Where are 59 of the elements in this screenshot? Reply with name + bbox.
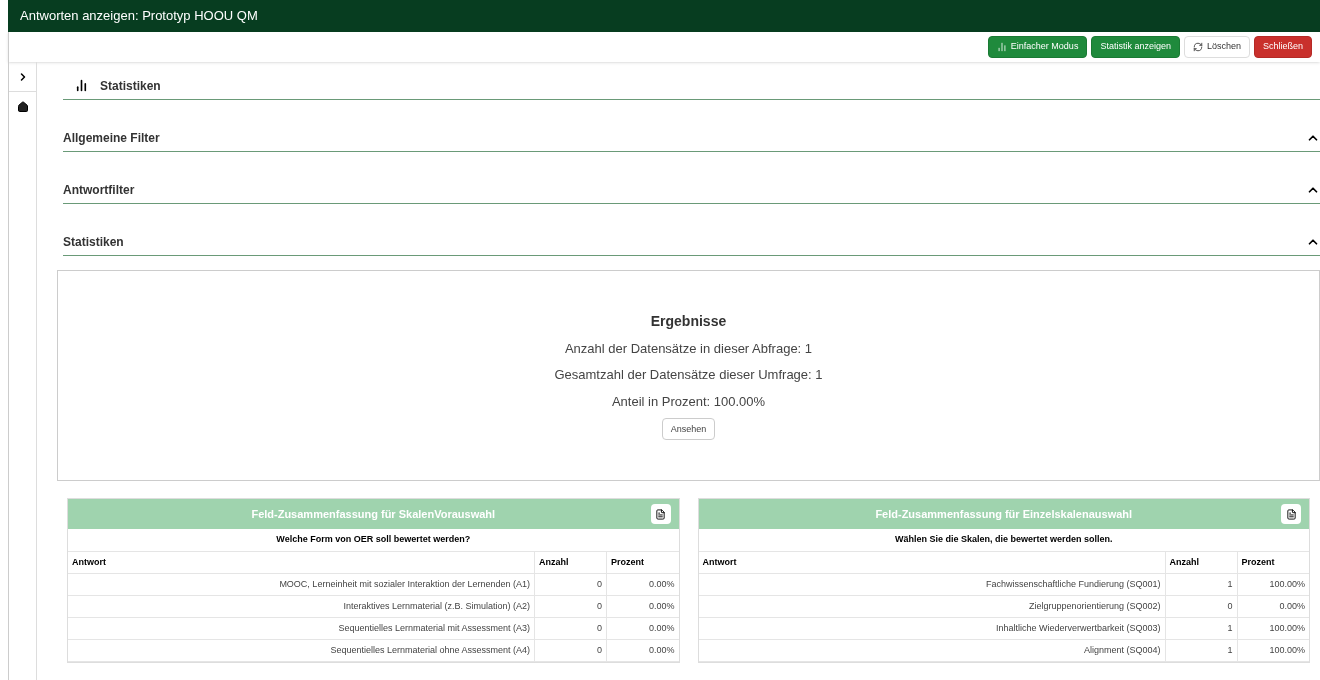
section-title: Statistiken <box>63 233 124 251</box>
table-cell: 1 <box>1165 617 1237 640</box>
table-cell: Interaktives Lernmaterial (z.B. Simulation) (A2) <box>68 595 535 618</box>
page-title: Statistiken <box>100 77 161 95</box>
table-cell: 100.00% <box>1237 617 1309 640</box>
table-cell: 0.00% <box>606 639 679 662</box>
refresh-icon <box>1192 42 1203 52</box>
column-header: Prozent <box>1237 551 1309 574</box>
view-button[interactable]: Ansehen <box>661 418 716 441</box>
column-header: Antwort <box>68 551 535 574</box>
table-cell: MOOC, Lerneinheit mit sozialer Interaktion der Lernenden (A1) <box>68 573 535 596</box>
results-text: Gesamtzahl der Datensätze dieser Umfrage: 1 <box>554 366 823 385</box>
table-cell: 0 <box>1165 595 1237 618</box>
toolbar-button[interactable]: Statistik anzeigen <box>1091 36 1180 58</box>
table-cell: Sequentielles Lernmaterial ohne Assessment (A4) <box>68 639 535 662</box>
table-cell: 0.00% <box>606 595 679 618</box>
column-header: Prozent <box>606 551 679 574</box>
table-cell: 1 <box>1165 639 1237 662</box>
toolbar-button[interactable]: Löschen <box>1183 36 1250 58</box>
section-title: Antwortfilter <box>63 181 135 199</box>
table-cell: Inhaltliche Wiederverwertbarkeit (SQ003) <box>698 617 1165 640</box>
column-header: Antwort <box>698 551 1165 574</box>
section-header[interactable]: Statistiken <box>63 228 1320 256</box>
document-icon <box>1285 508 1297 520</box>
table-cell: 0 <box>534 595 607 618</box>
results-text: Anteil in Prozent: 100.00% <box>611 392 766 411</box>
results-text: Anzahl der Datensätze in dieser Abfrage: 1 <box>564 339 813 358</box>
table-cell: 0 <box>534 617 607 640</box>
table-cell: Sequentielles Lernmaterial mit Assessment (A3) <box>68 617 535 640</box>
column-header: Anzahl <box>534 551 607 574</box>
table-cell: 0.00% <box>606 617 679 640</box>
question-text: Welche Form von OER soll bewertet werden? <box>68 529 679 552</box>
section-title: Allgemeine Filter <box>63 129 160 147</box>
section-header[interactable]: Antwortfilter <box>63 176 1320 204</box>
column-header: Anzahl <box>1165 551 1237 574</box>
table-cell: 1 <box>1165 573 1237 596</box>
export-button[interactable] <box>650 504 671 524</box>
table-cell: 0 <box>534 573 607 596</box>
panel-title: Feld-Zusammenfassung für Einzelskalenauswahl <box>875 506 1133 522</box>
table-cell: 0 <box>534 639 607 662</box>
toolbar-button[interactable]: Schließen <box>1253 36 1312 58</box>
table-cell: Fachwissenschaftliche Fundierung (SQ001) <box>698 573 1165 596</box>
table-cell: 100.00% <box>1237 639 1309 662</box>
bar-chart-icon <box>75 79 88 92</box>
home-icon <box>16 101 29 113</box>
window-title: Antworten anzeigen: Prototyp HOOU QM <box>20 7 258 26</box>
document-icon <box>655 508 666 520</box>
bar-chart-icon <box>996 42 1007 52</box>
table-cell: 0.00% <box>606 573 679 596</box>
results-title: Ergebnisse <box>650 311 727 331</box>
table-cell: Alignment (SQ004) <box>698 639 1165 662</box>
export-button[interactable] <box>1281 504 1301 524</box>
question-text: Wählen Sie die Skalen, die bewertet werden sollen. <box>698 529 1309 552</box>
toolbar-button[interactable]: Einfacher Modus <box>987 36 1088 58</box>
table-cell: 100.00% <box>1237 573 1309 596</box>
table-cell: Zielgruppenorientierung (SQ002) <box>698 595 1165 618</box>
section-header[interactable]: Allgemeine Filter <box>63 124 1320 152</box>
table-cell: 0.00% <box>1237 595 1309 618</box>
panel-title: Feld-Zusammenfassung für SkalenVorauswahl <box>251 506 496 522</box>
